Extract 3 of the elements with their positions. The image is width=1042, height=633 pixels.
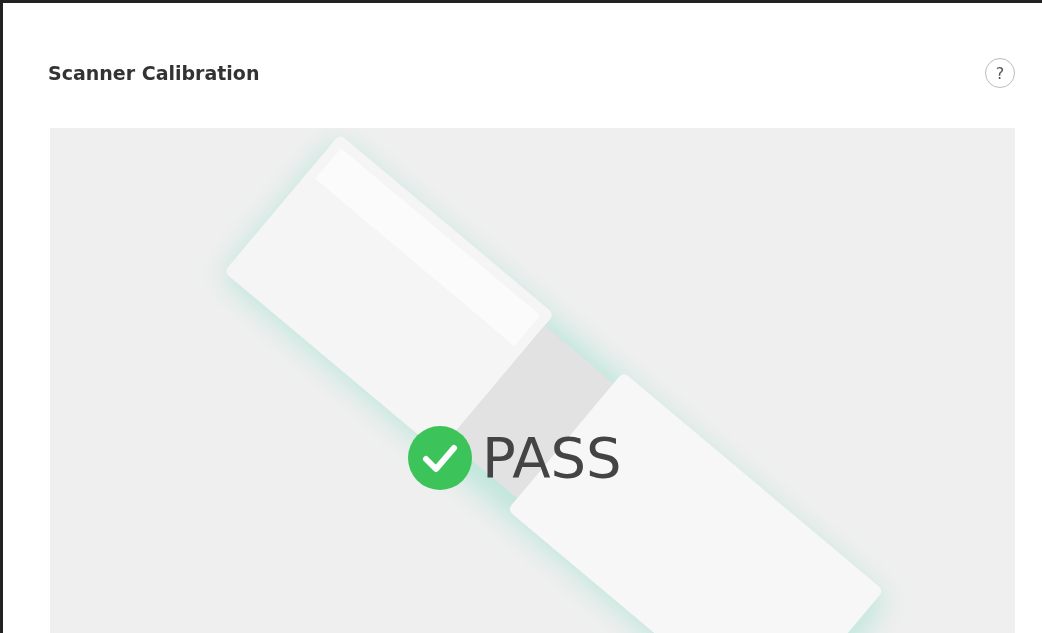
page-title: Scanner Calibration [48,62,260,84]
help-button[interactable]: ? [985,58,1015,88]
result-label: PASS [482,430,622,486]
